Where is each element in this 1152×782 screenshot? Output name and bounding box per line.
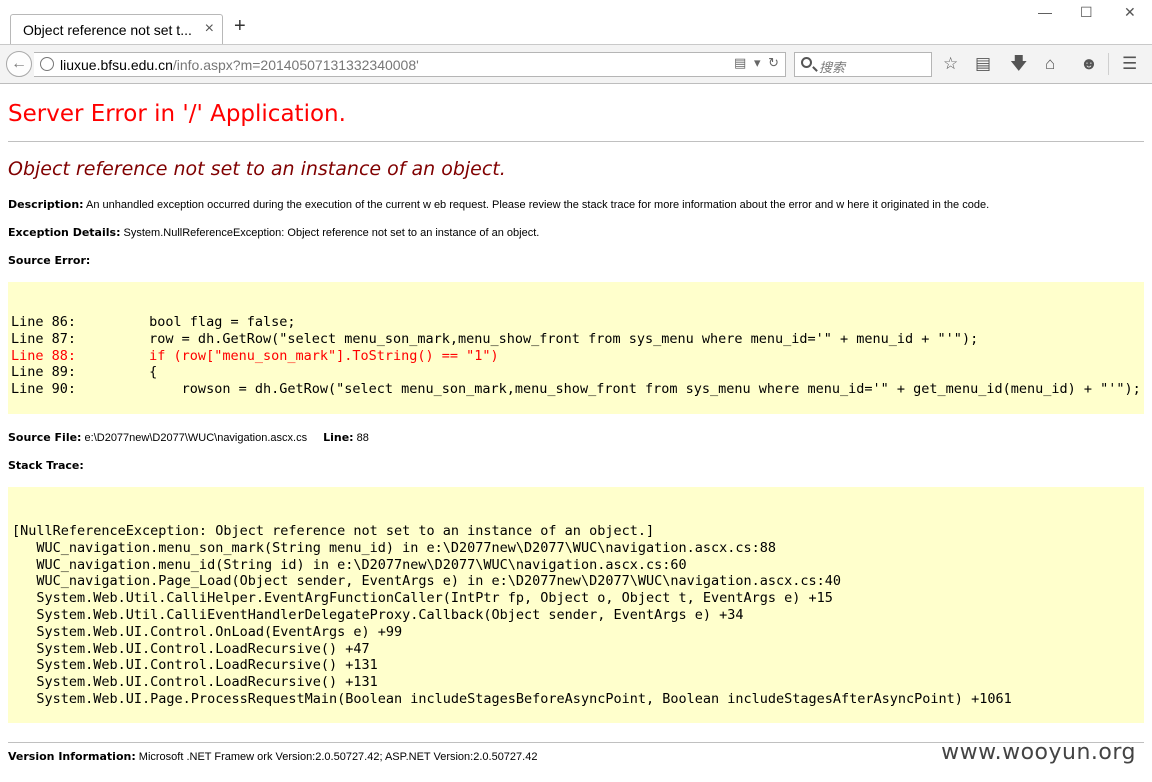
exception-text: System.NullReferenceException: Object re… bbox=[120, 227, 540, 239]
version-information-line: Version Information: Microsoft .NET Fram… bbox=[8, 750, 537, 763]
error-message: Object reference not set to an instance … bbox=[8, 158, 506, 180]
source-line: Line 87: row = dh.GetRow("select menu_so… bbox=[11, 330, 979, 347]
url-host: liuxue.bfsu.edu.cn bbox=[60, 57, 173, 73]
version-text: Microsoft .NET Framew ork Version:2.0.50… bbox=[135, 751, 538, 763]
stack-trace-line: WUC_navigation.Page_Load(Object sender, … bbox=[12, 573, 842, 590]
source-code: Line 86: bool flag = false; Line 87: row… bbox=[11, 314, 1141, 398]
bookmark-star-icon[interactable]: ☆ bbox=[943, 54, 958, 74]
new-tab-button[interactable]: + bbox=[234, 16, 246, 36]
title-bar: Object reference not set t... × + — ☐ ✕ bbox=[0, 0, 1152, 45]
line-value: 88 bbox=[353, 432, 369, 444]
stack-trace-line: System.Web.Util.CalliHelper.EventArgFunc… bbox=[12, 590, 833, 607]
stack-trace-line: System.Web.Util.CalliEventHandlerDelegat… bbox=[12, 606, 744, 623]
source-file-line: Source File: e:\D2077new\D2077\WUC\navig… bbox=[8, 431, 369, 444]
reading-list-icon[interactable]: ▤ bbox=[975, 54, 991, 74]
source-line: Line 90: rowson = dh.GetRow("select menu… bbox=[11, 381, 1141, 398]
smiley-icon[interactable]: ☻ bbox=[1080, 54, 1098, 74]
stack-trace-heading: Stack Trace: bbox=[8, 459, 84, 472]
dropdown-icon[interactable]: ▾ bbox=[754, 55, 761, 70]
tab-title: Object reference not set t... bbox=[23, 22, 192, 38]
maximize-icon[interactable]: ☐ bbox=[1080, 4, 1093, 20]
reload-icon[interactable]: ↻ bbox=[768, 55, 779, 70]
line-label: Line: bbox=[323, 431, 354, 444]
description-label: Description: bbox=[8, 198, 84, 211]
url-bar[interactable]: liuxue.bfsu.edu.cn/info.aspx?m=201405071… bbox=[34, 52, 786, 77]
page-title: Server Error in '/' Application. bbox=[8, 101, 346, 127]
exception-details-line: Exception Details: System.NullReferenceE… bbox=[8, 226, 539, 239]
stack-trace-line: WUC_navigation.menu_son_mark(String menu… bbox=[12, 539, 777, 556]
search-icon bbox=[801, 57, 812, 68]
description-text: An unhandled exception occurred during t… bbox=[83, 199, 990, 211]
home-icon[interactable]: ⌂ bbox=[1045, 54, 1055, 74]
url-path: /info.aspx?m=20140507131332340008' bbox=[172, 57, 419, 73]
source-line: Line 86: bool flag = false; bbox=[11, 314, 296, 330]
source-error-label: Source Error: bbox=[8, 254, 91, 267]
stack-trace-line: [NullReferenceException: Object referenc… bbox=[12, 523, 655, 539]
source-line: Line 89: { bbox=[11, 364, 158, 381]
reader-icon[interactable]: ▤ bbox=[734, 55, 746, 70]
navigation-toolbar: ← liuxue.bfsu.edu.cn/info.aspx?m=2014050… bbox=[0, 44, 1152, 84]
url-text[interactable]: liuxue.bfsu.edu.cn/info.aspx?m=201405071… bbox=[60, 57, 419, 73]
stack-trace: [NullReferenceException: Object referenc… bbox=[12, 523, 1012, 708]
close-window-icon[interactable]: ✕ bbox=[1124, 4, 1136, 20]
search-box[interactable]: 搜索 bbox=[794, 52, 932, 77]
version-label: Version Information: bbox=[8, 750, 136, 763]
description-line: Description: An unhandled exception occu… bbox=[8, 198, 989, 211]
menu-icon[interactable]: ☰ bbox=[1122, 54, 1137, 74]
exception-label: Exception Details: bbox=[8, 226, 121, 239]
source-line-highlighted: Line 88: if (row["menu_son_mark"].ToStri… bbox=[11, 347, 499, 364]
active-tab[interactable]: Object reference not set t... × bbox=[10, 14, 223, 45]
stack-trace-line: System.Web.UI.Control.LoadRecursive() +1… bbox=[12, 674, 378, 691]
url-bar-icons: ▤ ▾ ↻ bbox=[734, 55, 779, 71]
search-placeholder: 搜索 bbox=[819, 60, 846, 75]
back-icon[interactable]: ← bbox=[6, 51, 32, 77]
close-tab-icon[interactable]: × bbox=[205, 20, 214, 38]
watermark: www.wooyun.org bbox=[941, 740, 1136, 765]
minimize-icon[interactable]: — bbox=[1038, 4, 1052, 20]
stack-trace-box: [NullReferenceException: Object referenc… bbox=[8, 487, 1144, 723]
source-file-label: Source File: bbox=[8, 431, 82, 444]
globe-icon bbox=[40, 57, 54, 71]
source-error-box: Line 86: bool flag = false; Line 87: row… bbox=[8, 282, 1144, 414]
divider bbox=[8, 141, 1144, 142]
stack-trace-line: System.Web.UI.Control.LoadRecursive() +1… bbox=[12, 657, 378, 674]
download-icon[interactable]: 🡇 bbox=[1010, 54, 1027, 74]
source-file-value: e:\D2077new\D2077\WUC\navigation.ascx.cs bbox=[81, 432, 308, 444]
toolbar-separator bbox=[1108, 53, 1109, 75]
stack-trace-line: System.Web.UI.Page.ProcessRequestMain(Bo… bbox=[12, 690, 1012, 707]
stack-trace-line: System.Web.UI.Control.OnLoad(EventArgs e… bbox=[12, 623, 403, 640]
source-error-heading: Source Error: bbox=[8, 254, 90, 267]
stack-trace-line: WUC_navigation.menu_id(String id) in e:\… bbox=[12, 556, 687, 573]
stack-trace-line: System.Web.UI.Control.LoadRecursive() +4… bbox=[12, 640, 370, 657]
stack-trace-label: Stack Trace: bbox=[8, 459, 84, 472]
